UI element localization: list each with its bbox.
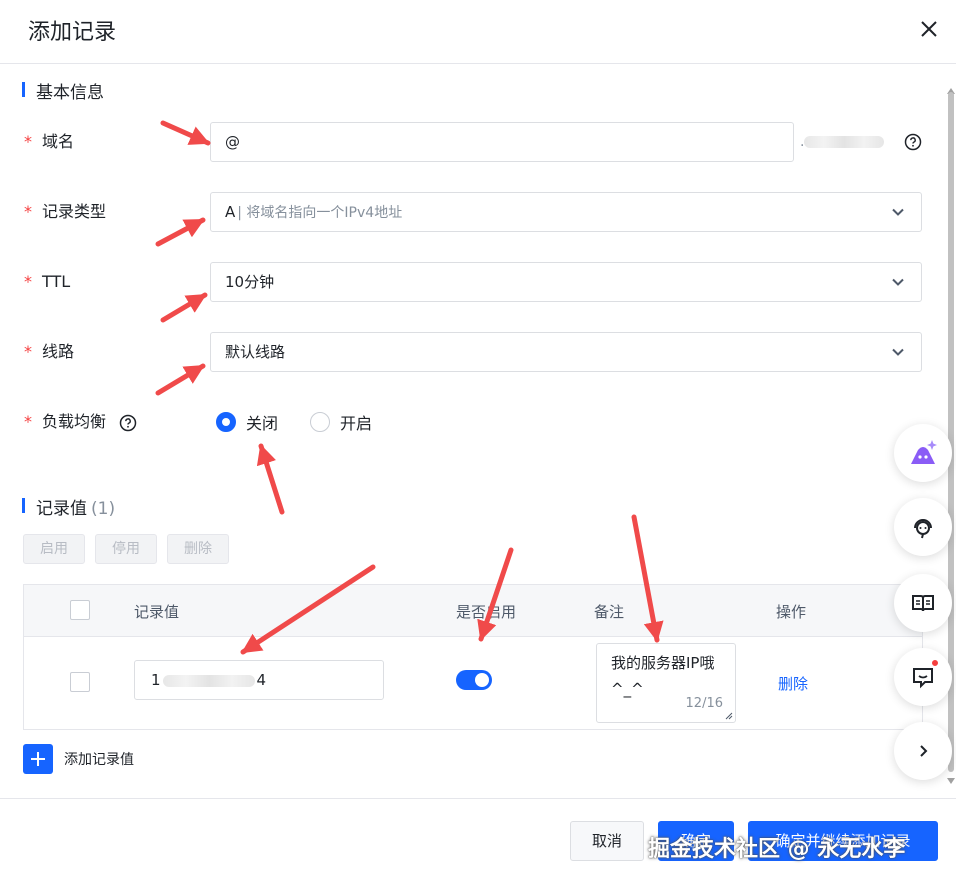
close-icon <box>921 21 937 37</box>
radio-off[interactable]: 关闭 <box>216 410 278 434</box>
dialog-title: 添加记录 <box>28 20 117 45</box>
docs-button[interactable] <box>894 574 952 632</box>
radio-off-label: 关闭 <box>246 414 279 433</box>
expand-side-button[interactable] <box>894 722 952 780</box>
annotation-arrow <box>256 443 285 515</box>
record-value-input[interactable]: 14 <box>134 660 384 700</box>
domain-suffix: . <box>800 132 896 152</box>
record-type-value: A <box>225 203 236 221</box>
line-select[interactable]: 默认线路 <box>210 332 922 372</box>
chevron-down-icon <box>892 348 904 356</box>
dialog-header: 添加记录 <box>0 0 956 64</box>
annotation-arrow <box>155 363 206 396</box>
table-header: 记录值 是否启用 备注 操作 <box>24 585 922 637</box>
ai-assistant-icon <box>911 440 937 464</box>
section-basic-info: 基本信息 <box>22 78 104 103</box>
toggle-knob <box>475 673 489 687</box>
disable-button[interactable]: 停用 <box>95 534 157 564</box>
annotation-arrow <box>155 217 206 247</box>
required-mark: * <box>24 132 32 151</box>
col-actions: 操作 <box>776 603 807 621</box>
required-mark: * <box>24 272 32 291</box>
note-textarea[interactable]: 我的服务器IP哦 ^_^ 12/16 <box>596 643 736 723</box>
enable-button[interactable]: 启用 <box>23 534 85 564</box>
cancel-button[interactable]: 取消 <box>570 821 644 861</box>
feedback-icon <box>913 668 933 689</box>
add-record-value-label[interactable]: 添加记录值 <box>64 749 134 769</box>
line-label: * 线路 <box>24 342 75 361</box>
load-balance-label: * 负载均衡 <box>24 412 137 432</box>
required-mark: * <box>24 412 32 431</box>
dialog-footer: 取消 确定 确定并继续添加记录 掘金技术社区 @ 永无水李 <box>0 798 956 883</box>
ttl-label: * TTL <box>24 272 71 291</box>
required-mark: * <box>24 342 32 361</box>
batch-delete-button[interactable]: 删除 <box>167 534 229 564</box>
ttl-value: 10分钟 <box>225 273 275 291</box>
col-enabled: 是否启用 <box>456 603 517 621</box>
section-record-values: 记录值 (1) <box>22 494 115 519</box>
domain-label: * 域名 <box>24 132 75 151</box>
radio-dot <box>310 412 330 432</box>
annotation-arrow <box>160 120 211 146</box>
note-char-count: 12/16 <box>685 696 723 711</box>
radio-dot-selected <box>216 412 236 432</box>
chevron-down-icon <box>892 278 904 286</box>
plus-icon <box>31 752 45 766</box>
row-checkbox[interactable] <box>70 672 90 692</box>
resize-handle-icon[interactable] <box>725 712 733 720</box>
record-table: 记录值 是否启用 备注 操作 14 我的服务器IP哦 ^_^ 12/16 删除 <box>23 584 923 730</box>
add-record-value-button[interactable] <box>23 744 53 774</box>
chevron-down-icon <box>892 208 904 216</box>
help-icon[interactable] <box>904 133 922 151</box>
docs-icon <box>912 595 934 612</box>
record-count: (1) <box>91 499 116 519</box>
line-value: 默认线路 <box>225 343 286 361</box>
select-all-checkbox[interactable] <box>70 600 90 620</box>
close-button[interactable] <box>914 14 944 44</box>
help-icon[interactable] <box>119 414 137 432</box>
ai-assistant-button[interactable] <box>894 424 952 482</box>
chevron-right-icon <box>920 745 928 757</box>
record-type-label: * 记录类型 <box>24 202 107 221</box>
record-type-hint: | 将域名指向一个IPv4地址 <box>237 205 403 221</box>
watermark: 掘金技术社区 @ 永无水李 <box>648 837 906 862</box>
record-type-select[interactable]: A | 将域名指向一个IPv4地址 <box>210 192 922 232</box>
customer-service-button[interactable] <box>894 498 952 556</box>
radio-on-label: 开启 <box>340 414 373 433</box>
radio-on[interactable]: 开启 <box>310 410 372 434</box>
note-text: 我的服务器IP哦 ^_^ <box>611 654 715 698</box>
row-delete-link[interactable]: 删除 <box>778 673 808 694</box>
notification-dot <box>930 658 940 668</box>
required-mark: * <box>24 202 32 221</box>
domain-input[interactable]: @ <box>210 122 794 162</box>
annotation-arrow <box>160 292 208 323</box>
col-note: 备注 <box>594 603 625 621</box>
ttl-select[interactable]: 10分钟 <box>210 262 922 302</box>
customer-service-icon <box>914 519 932 539</box>
scroll-down-icon[interactable] <box>947 778 955 784</box>
col-value: 记录值 <box>134 603 180 621</box>
feedback-button[interactable] <box>894 648 952 706</box>
enabled-toggle[interactable] <box>456 670 492 690</box>
